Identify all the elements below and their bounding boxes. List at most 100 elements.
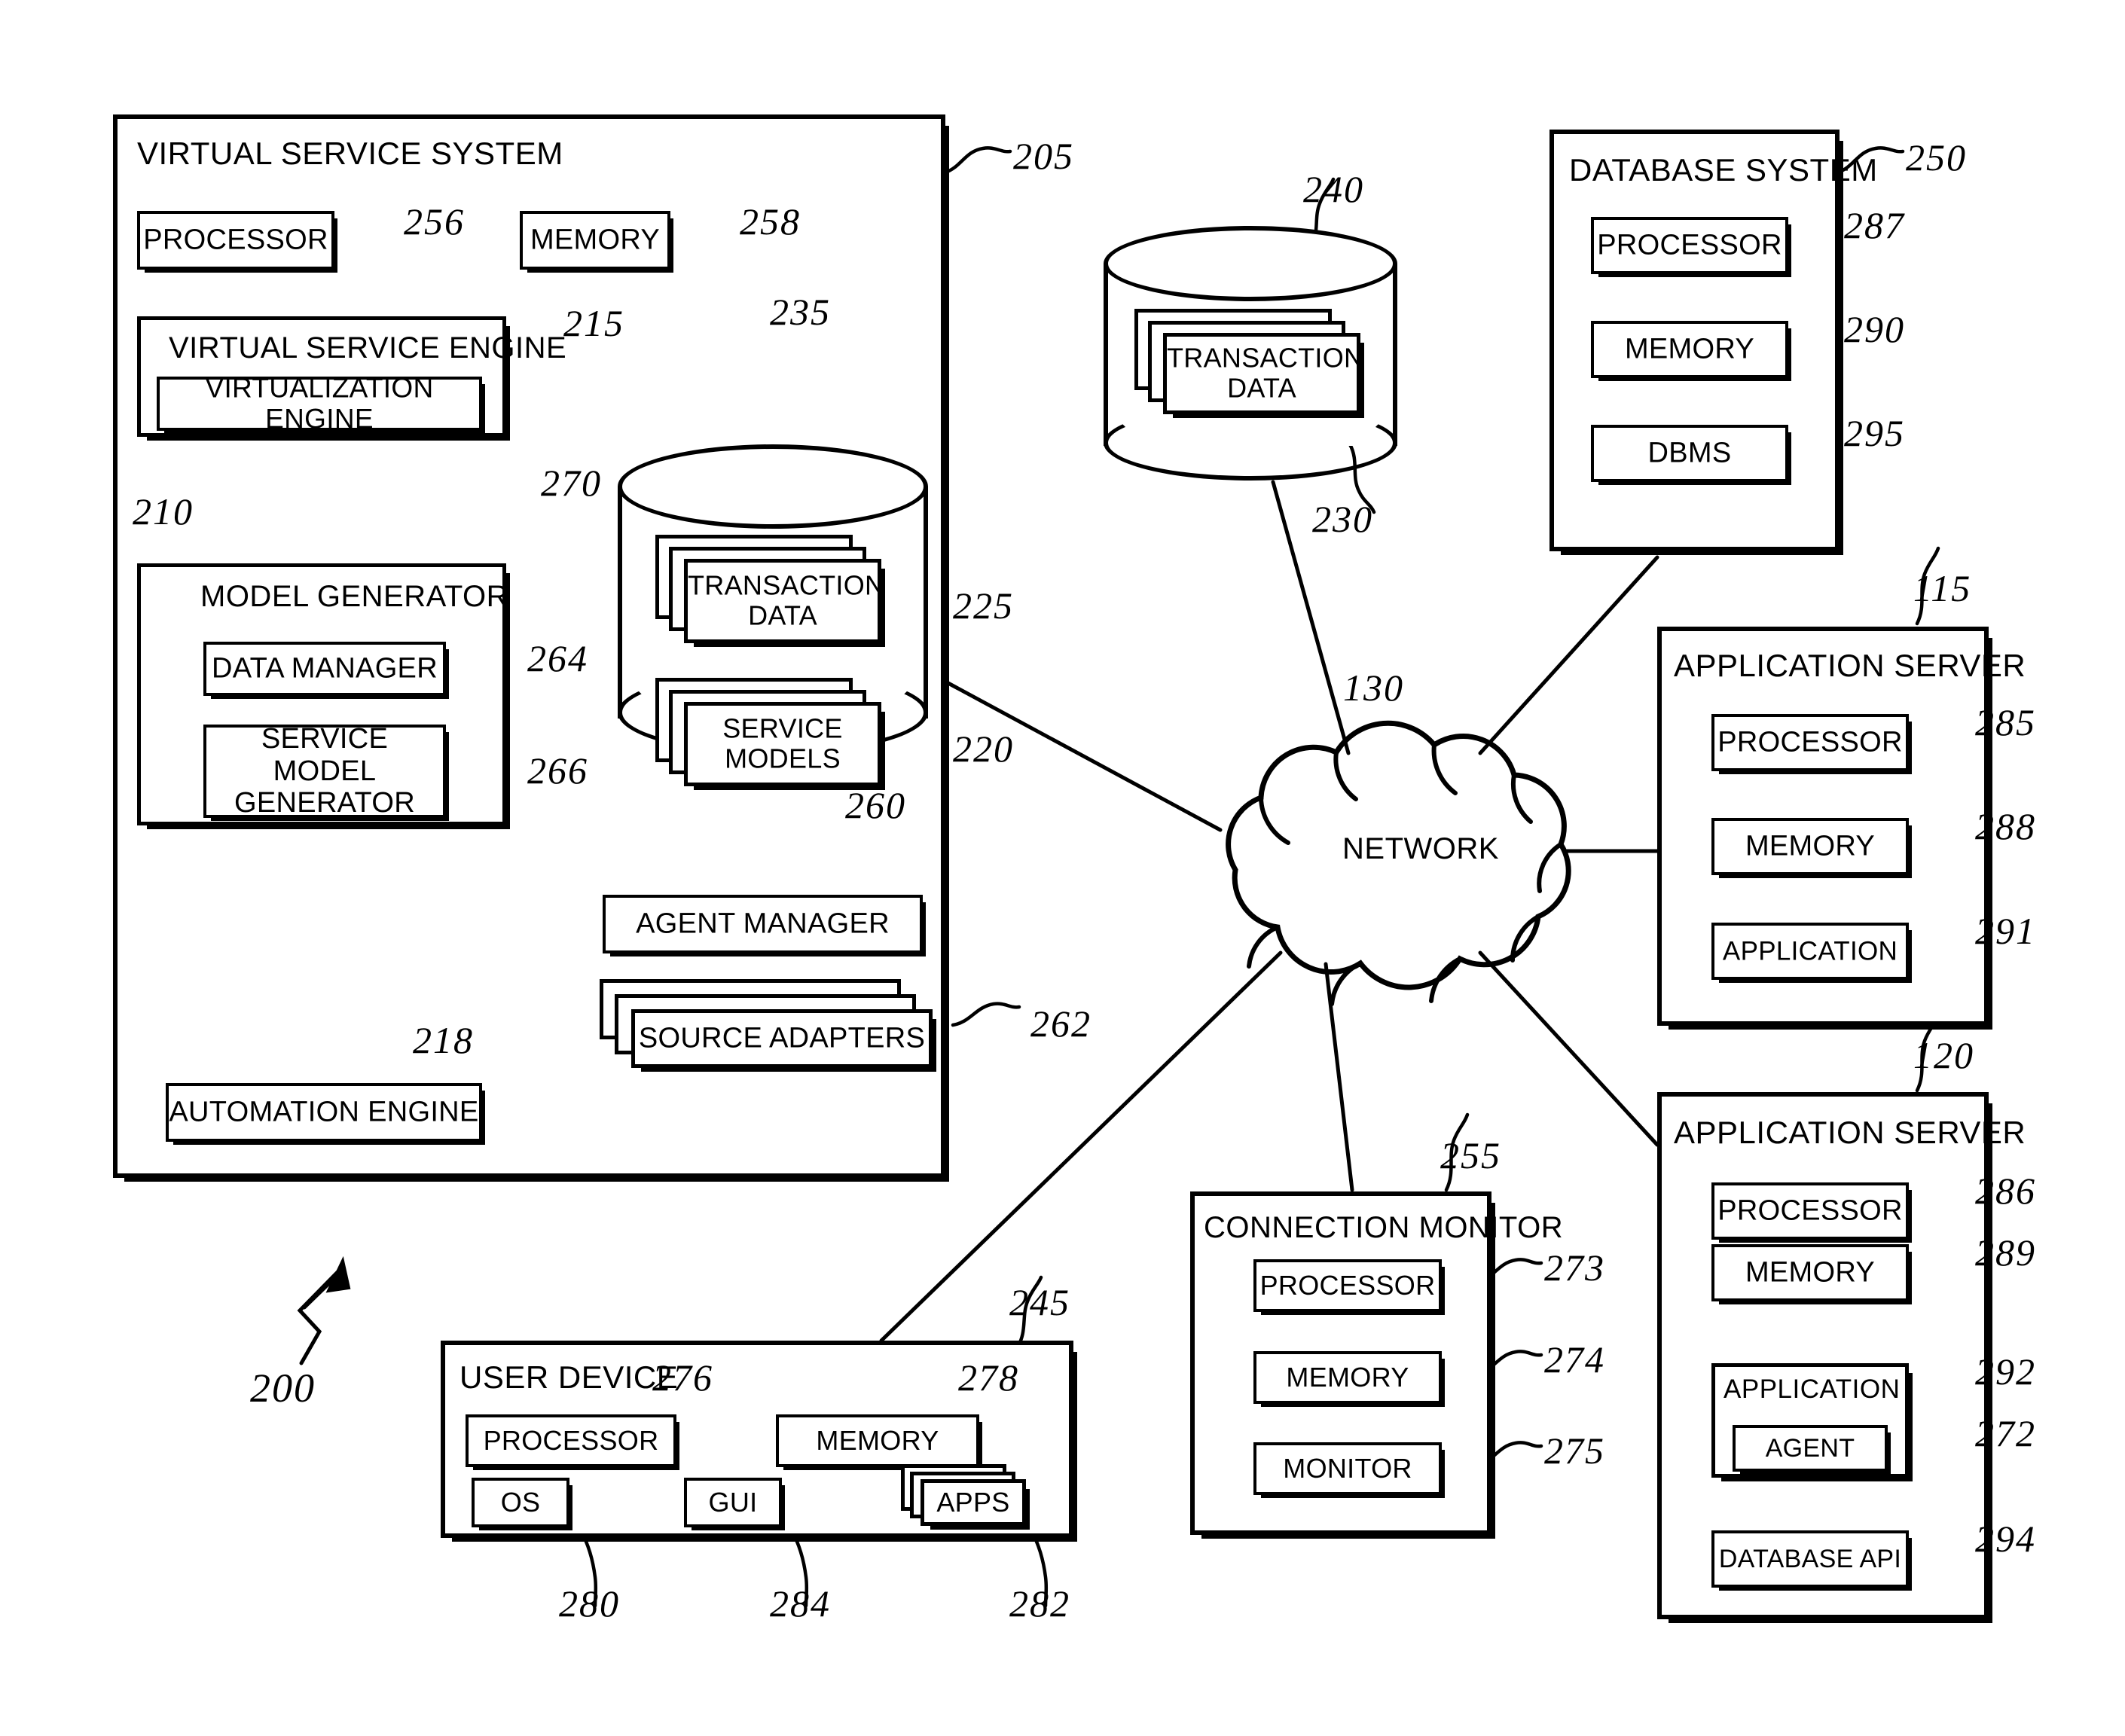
- vss-transaction-data-line2: DATA: [748, 600, 817, 631]
- virtualization-engine-box: VIRTUALIZATION ENGINE: [157, 373, 482, 435]
- user-device-apps-stack: APPS: [901, 1464, 1052, 1539]
- application-server-2-memory-label: MEMORY: [1745, 1256, 1876, 1289]
- ref-250: 250: [1906, 136, 1967, 178]
- application-server-2-processor-box: PROCESSOR: [1711, 1182, 1909, 1240]
- connection-monitor-processor-box: PROCESSOR: [1253, 1259, 1442, 1312]
- service-model-generator-line2: GENERATOR: [234, 787, 415, 819]
- automation-engine-label: AUTOMATION ENGINE: [169, 1096, 479, 1128]
- database-system-dbms-box: DBMS: [1591, 425, 1788, 482]
- application-server-1-memory-box: MEMORY: [1711, 818, 1909, 875]
- ref-245: 245: [1009, 1281, 1070, 1323]
- service-model-generator-label: SERVICE MODEL GENERATOR: [206, 723, 443, 819]
- connection-monitor-processor-label: PROCESSOR: [1259, 1269, 1436, 1301]
- application-server-1-application-label: APPLICATION: [1722, 936, 1898, 966]
- vss-transaction-data-label: TRANSACTION DATA: [688, 570, 884, 632]
- application-server-2-memory-box: MEMORY: [1711, 1244, 1909, 1301]
- link-connectionmonitor-network: [1324, 962, 1354, 1192]
- application-server-2-database-api-box: DATABASE API: [1711, 1530, 1909, 1588]
- user-device-processor-box: PROCESSOR: [466, 1414, 676, 1467]
- vss-transaction-data-line1: TRANSACTION: [688, 569, 885, 601]
- ref-130: 130: [1343, 667, 1404, 709]
- vss-service-models-card-front: SERVICE MODELS: [684, 702, 881, 786]
- user-device-memory-box: MEMORY: [776, 1414, 979, 1467]
- application-server-1-processor-label: PROCESSOR: [1717, 726, 1903, 758]
- data-manager-label: DATA MANAGER: [212, 652, 438, 685]
- ref-289: 289: [1975, 1231, 2036, 1274]
- ref-264: 264: [527, 637, 588, 679]
- ref-270: 270: [541, 462, 602, 504]
- database-system-memory-box: MEMORY: [1591, 321, 1788, 378]
- ref-286: 286: [1975, 1170, 2036, 1212]
- virtual-service-engine-label: VIRTUAL SERVICE ENGINE: [169, 331, 567, 365]
- user-device-memory-label: MEMORY: [816, 1424, 939, 1456]
- vss-transaction-data-stack: TRANSACTION DATA: [655, 535, 896, 655]
- ref-115: 115: [1913, 567, 1972, 609]
- vss-memory-box: MEMORY: [520, 211, 670, 270]
- connection-monitor-title: CONNECTION MONITOR: [1204, 1211, 1564, 1244]
- application-server-2-agent-box: AGENT: [1733, 1425, 1888, 1472]
- source-adapters-stack: SOURCE ADAPTERS: [600, 979, 954, 1069]
- vss-processor-label: PROCESSOR: [143, 224, 328, 256]
- vss-service-models-stack: SERVICE MODELS: [655, 678, 896, 798]
- ref-220: 220: [953, 728, 1014, 770]
- ref-288: 288: [1975, 805, 2036, 847]
- transaction-data-store-label: TRANSACTION DATA: [1167, 343, 1363, 404]
- connection-monitor-monitor-box: MONITOR: [1253, 1442, 1442, 1495]
- vss-service-models-line2: MODELS: [725, 743, 841, 774]
- virtualization-engine-label: VIRTUALIZATION ENGINE: [205, 372, 434, 435]
- ref-290: 290: [1844, 308, 1905, 350]
- user-device-os-label: OS: [500, 1486, 541, 1518]
- automation-engine-box: AUTOMATION ENGINE: [166, 1083, 482, 1142]
- transaction-data-store-line2: DATA: [1227, 373, 1296, 404]
- link-database-network: [1478, 555, 1659, 755]
- database-system-memory-label: MEMORY: [1624, 333, 1755, 365]
- database-system-dbms-label: DBMS: [1647, 437, 1732, 469]
- ref-275: 275: [1544, 1429, 1605, 1472]
- user-device-apps-label: APPS: [936, 1486, 1010, 1518]
- connection-monitor-memory-box: MEMORY: [1253, 1351, 1442, 1404]
- ref-205: 205: [1013, 135, 1074, 177]
- application-server-1-application-box: APPLICATION: [1711, 923, 1909, 980]
- user-device-title: USER DEVICE: [460, 1359, 679, 1395]
- application-server-2-application-label: APPLICATION: [1724, 1374, 1901, 1404]
- ref-218: 218: [413, 1019, 474, 1061]
- connection-monitor-memory-label: MEMORY: [1286, 1361, 1409, 1393]
- application-server-2-agent-label: AGENT: [1765, 1433, 1855, 1463]
- model-generator-label: MODEL GENERATOR: [200, 580, 509, 613]
- user-device-apps-card-front: APPS: [921, 1479, 1026, 1526]
- ref-285: 285: [1975, 701, 2036, 743]
- ref-274: 274: [1544, 1338, 1605, 1381]
- database-system-processor-box: PROCESSOR: [1591, 217, 1788, 274]
- user-device-gui-label: GUI: [708, 1486, 758, 1518]
- virtual-service-system-title: VIRTUAL SERVICE SYSTEM: [137, 136, 563, 171]
- ref-262: 262: [1030, 1002, 1092, 1045]
- agent-manager-box: AGENT MANAGER: [603, 895, 923, 953]
- user-device-gui-box: GUI: [684, 1478, 782, 1527]
- database-system-title: DATABASE SYSTEM: [1569, 152, 1878, 188]
- transaction-data-store-top: [1104, 226, 1397, 301]
- transaction-data-store-card-front: TRANSACTION DATA: [1163, 333, 1363, 414]
- user-device-os-box: OS: [472, 1478, 569, 1527]
- vss-processor-box: PROCESSOR: [137, 211, 334, 270]
- ref-258: 258: [740, 200, 801, 243]
- ref-292: 292: [1975, 1350, 2036, 1393]
- source-adapters-card-front: SOURCE ADAPTERS: [631, 1009, 933, 1068]
- application-server-1-processor-box: PROCESSOR: [1711, 714, 1909, 771]
- service-model-generator-box: SERVICE MODEL GENERATOR: [203, 723, 446, 819]
- ref-284: 284: [770, 1582, 831, 1625]
- ref-280: 280: [559, 1582, 620, 1625]
- ref-276: 276: [652, 1356, 713, 1399]
- application-server-1-title: APPLICATION SERVER: [1674, 648, 2026, 683]
- application-server-2-database-api-label: DATABASE API: [1718, 1544, 1902, 1573]
- application-server-2-processor-label: PROCESSOR: [1717, 1194, 1903, 1227]
- transaction-data-store-line1: TRANSACTION: [1167, 342, 1364, 374]
- agent-manager-label: AGENT MANAGER: [636, 908, 890, 940]
- ref-225: 225: [953, 584, 1014, 627]
- network-label: NETWORK: [1342, 832, 1499, 865]
- ref-287: 287: [1844, 204, 1905, 246]
- ref-266: 266: [527, 749, 588, 792]
- application-server-2-title: APPLICATION SERVER: [1674, 1115, 2026, 1150]
- ref-282: 282: [1009, 1582, 1070, 1625]
- link-appserver2-network: [1478, 950, 1659, 1147]
- service-model-generator-line1: SERVICE MODEL: [261, 723, 389, 787]
